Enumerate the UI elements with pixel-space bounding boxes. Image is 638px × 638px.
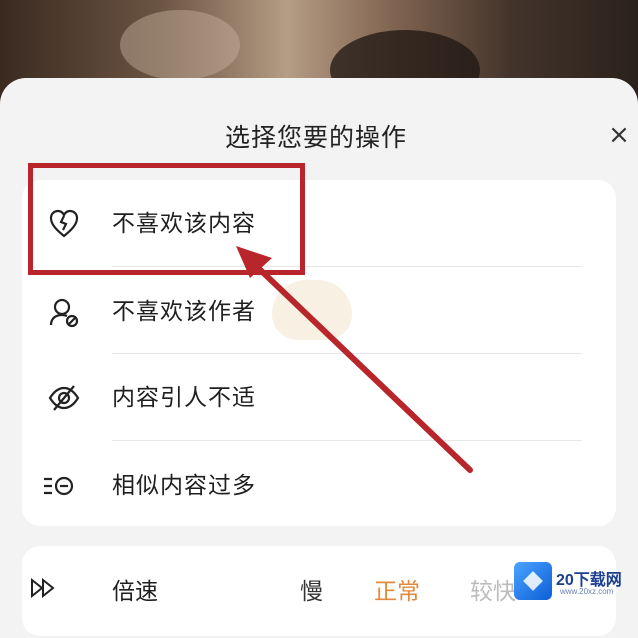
speed-label: 倍速 — [112, 579, 158, 605]
speed-option-normal[interactable]: 正常 — [374, 572, 420, 606]
highlight-box — [28, 163, 305, 275]
watermark-mascot — [272, 280, 352, 340]
speed-option-slow[interactable]: 慢 — [300, 572, 323, 606]
hidden-eye-icon — [48, 385, 80, 411]
speed-option-fast[interactable]: 较快 — [470, 572, 516, 606]
option-label: 相似内容过多 — [112, 473, 256, 499]
block-user-icon — [49, 298, 79, 328]
site-logo-icon — [514, 562, 552, 600]
option-label: 不喜欢该作者 — [112, 299, 256, 325]
divider — [112, 440, 582, 441]
option-content-uncomfortable[interactable]: 内容引人不适 — [22, 354, 616, 440]
option-too-much-similar[interactable]: 相似内容过多 — [22, 442, 616, 528]
background-shape — [120, 10, 240, 80]
site-url: www.20xz.com — [560, 587, 614, 596]
fast-forward-icon — [31, 578, 55, 598]
sheet-title: 选择您要的操作 — [224, 123, 407, 152]
close-button[interactable]: × — [604, 120, 634, 150]
list-minus-icon — [44, 476, 74, 496]
option-label: 内容引人不适 — [112, 385, 256, 411]
